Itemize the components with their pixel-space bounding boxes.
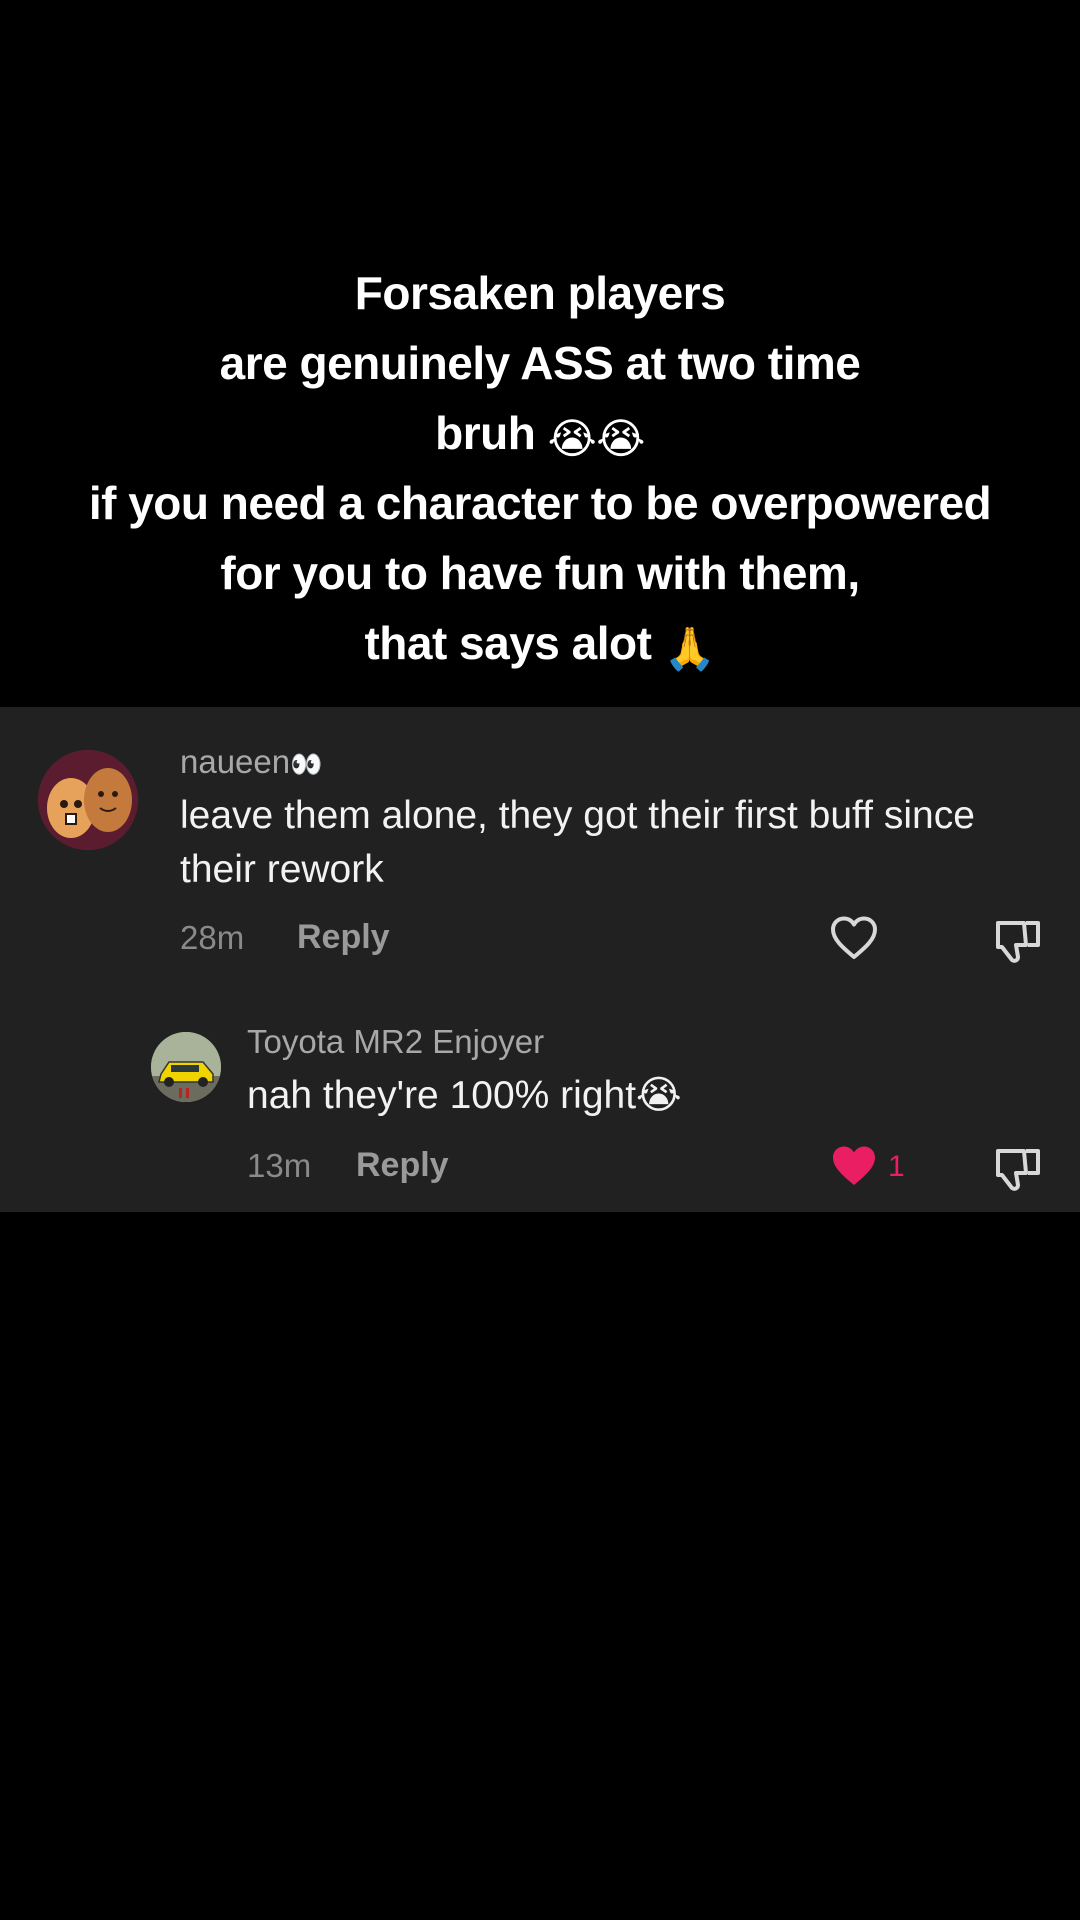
heart-icon[interactable] [826, 1139, 882, 1195]
avatar-image [38, 750, 138, 850]
caption-line-3: bruh 😭😭 [0, 398, 1080, 468]
eyes-emoji: 👀 [290, 749, 323, 779]
reply-avatar[interactable] [151, 1032, 221, 1102]
reply-text-content: nah they're 100% right [247, 1074, 637, 1117]
username-text: naueen [180, 743, 291, 780]
caption-line-5: for you to have fun with them, [220, 547, 860, 599]
video-caption: Forsaken players are genuinely ASS at tw… [0, 258, 1080, 678]
comment-time: 28m [180, 919, 245, 956]
comment-username[interactable]: naueen👀 [180, 743, 323, 781]
reply-button[interactable]: Reply [356, 1146, 449, 1185]
caption-line-6: that says alot 🙏 [0, 608, 1080, 678]
reply-time: 13m [247, 1147, 312, 1184]
caption-line-3-text: bruh [435, 407, 536, 459]
avatar[interactable] [38, 750, 138, 850]
reply-avatar-image [151, 1032, 221, 1102]
caption-line-6-text: that says alot [364, 617, 652, 669]
crying-emoji: 😭😭 [547, 415, 646, 462]
crying-emoji: 😭 [636, 1074, 682, 1117]
reply-username[interactable]: Toyota MR2 Enjoyer [247, 1023, 544, 1061]
caption-line-1: Forsaken players [354, 267, 726, 319]
praying-hands-emoji: 🙏 [663, 625, 716, 672]
thumbs-down-icon[interactable] [990, 1139, 1046, 1195]
caption-line-4: if you need a character to be overpowere… [88, 477, 992, 529]
comment-panel: naueen👀 leave them alone, they got their… [0, 707, 1080, 1212]
caption-line-2: are genuinely ASS at two time [219, 337, 861, 389]
like-count: 1 [888, 1150, 905, 1183]
reply-text: nah they're 100% right😭 [247, 1069, 1027, 1123]
comment-text: leave them alone, they got their first b… [180, 794, 975, 891]
thumbs-down-icon[interactable] [990, 911, 1046, 967]
reply-button[interactable]: Reply [297, 918, 390, 957]
heart-icon[interactable] [826, 911, 882, 967]
